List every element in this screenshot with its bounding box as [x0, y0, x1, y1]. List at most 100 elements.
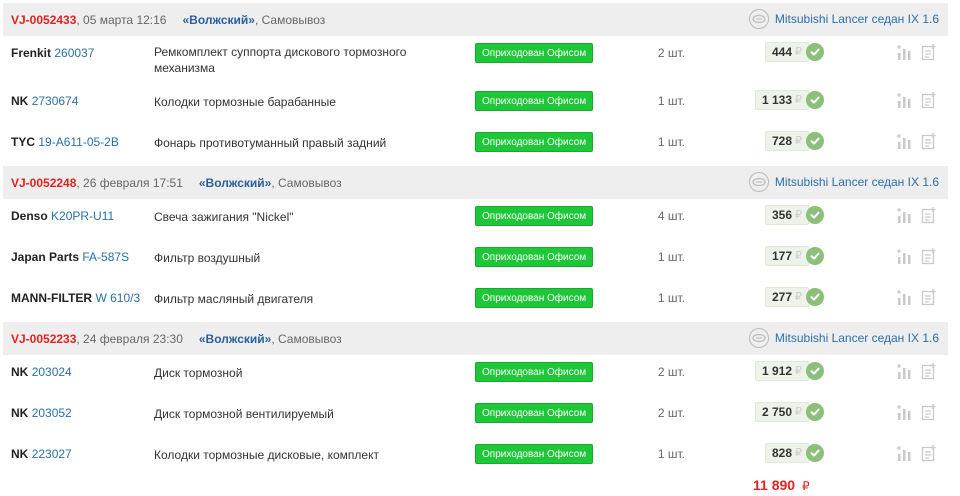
add-to-stats-icon[interactable]: [896, 44, 912, 60]
store-link[interactable]: «Волжский»: [182, 13, 254, 27]
add-note-icon[interactable]: [921, 91, 939, 109]
part-number: NK 2730674: [11, 94, 78, 108]
item-price: 177 ₽: [764, 246, 809, 266]
article-link[interactable]: 19-A611-05-2B: [38, 135, 119, 149]
price-value: 728: [771, 134, 792, 148]
brand-name: Japan Parts: [11, 250, 80, 264]
item-row: NK 203052 Диск тормозной вентилируемый Опр…: [3, 396, 948, 437]
status-badge: Оприходован Офисом: [475, 444, 594, 464]
store-link[interactable]: «Волжский»: [199, 176, 271, 190]
status-badge: Оприходован Офисом: [475, 288, 594, 308]
price-value: 1 133: [761, 93, 792, 107]
add-note-icon[interactable]: [921, 362, 939, 380]
check-icon: [806, 247, 824, 265]
item-quantity: 2 шт.: [657, 365, 685, 379]
grand-total-value: 11 890: [753, 477, 796, 493]
price-value: 1 912: [761, 364, 792, 378]
part-number: Frenkit 260037: [11, 46, 94, 60]
add-note-icon[interactable]: [921, 403, 939, 421]
car-model-link[interactable]: Mitsubishi Lancer седан IX 1.6: [775, 12, 939, 26]
brand-name: MANN-FILTER: [11, 291, 93, 305]
check-icon: [806, 362, 824, 380]
price-block: 1 133 ₽: [754, 90, 824, 110]
article-link[interactable]: FA-587S: [82, 250, 129, 264]
part-number: NK 203052: [11, 406, 72, 420]
item-price: 828 ₽: [764, 443, 809, 463]
item-row: NK 2730674 Колодки тормозные барабанные Оп…: [3, 84, 948, 125]
order-header: VJ-0052233, 24 февраля 23:30 «Волжский», …: [3, 322, 948, 355]
add-to-stats-icon[interactable]: [896, 289, 912, 305]
item-quantity: 2 шт.: [657, 46, 685, 60]
add-to-stats-icon[interactable]: [896, 404, 912, 420]
car-model-link[interactable]: Mitsubishi Lancer седан IX 1.6: [775, 331, 939, 345]
currency-icon: ₽: [795, 291, 802, 303]
add-to-stats-icon[interactable]: [896, 133, 912, 149]
add-to-stats-icon[interactable]: [896, 248, 912, 264]
add-to-stats-icon[interactable]: [896, 207, 912, 223]
item-price: 1 912 ₽: [754, 361, 809, 381]
article-link[interactable]: 203052: [32, 406, 72, 420]
order-id-link[interactable]: VJ-0052233: [11, 332, 76, 346]
part-number: Denso K20PR-U11: [11, 209, 114, 223]
add-to-stats-icon[interactable]: [896, 445, 912, 461]
item-description: Колодки тормозные барабанные: [154, 95, 336, 109]
price-value: 177: [771, 249, 792, 263]
add-note-icon[interactable]: [921, 132, 939, 150]
item-description: Ремкомплект суппорта дискового тормозног…: [154, 45, 407, 75]
article-link[interactable]: 2730674: [32, 94, 79, 108]
currency-icon: ₽: [795, 135, 802, 147]
car-model-link[interactable]: Mitsubishi Lancer седан IX 1.6: [775, 175, 939, 189]
item-price: 728 ₽: [764, 131, 809, 151]
item-row: Japan Parts FA-587S Фильтр воздушный Оприх…: [3, 240, 948, 281]
add-note-icon[interactable]: [921, 206, 939, 224]
item-row: NK 203024 Диск тормозной Оприходован Офисо…: [3, 355, 948, 396]
add-to-stats-icon[interactable]: [896, 92, 912, 108]
item-quantity: 1 шт.: [657, 250, 685, 264]
status-badge: Оприходован Офисом: [475, 247, 594, 267]
article-link[interactable]: K20PR-U11: [51, 209, 114, 223]
article-link[interactable]: 203024: [32, 365, 72, 379]
item-description: Колодки тормозные дисковые, комплект: [154, 448, 379, 462]
order-id-link[interactable]: VJ-0052248: [11, 176, 76, 190]
car-brand-icon: [748, 328, 769, 348]
currency-icon: ₽: [795, 209, 802, 221]
brand-name: TYC: [11, 135, 35, 149]
add-note-icon[interactable]: [921, 288, 939, 306]
add-to-stats-icon[interactable]: [896, 363, 912, 379]
order-id-link[interactable]: VJ-0052433: [11, 13, 76, 27]
car-info[interactable]: Mitsubishi Lancer седан IX 1.6: [748, 172, 939, 192]
item-description: Фильтр масляный двигателя: [154, 292, 314, 306]
car-info[interactable]: Mitsubishi Lancer седан IX 1.6: [748, 328, 939, 348]
article-link[interactable]: 223027: [32, 447, 72, 461]
item-row: TYC 19-A611-05-2B Фонарь противотуманный …: [3, 125, 948, 166]
add-note-icon[interactable]: [921, 43, 939, 61]
order-header: VJ-0052433, 05 марта 12:16 «Волжский», Са…: [3, 3, 948, 36]
item-price: 1 133 ₽: [754, 90, 809, 110]
article-link[interactable]: W 610/3: [95, 291, 140, 305]
check-icon: [806, 444, 824, 462]
status-badge: Оприходован Офисом: [475, 362, 594, 382]
currency-icon: ₽: [795, 94, 802, 106]
add-note-icon[interactable]: [921, 247, 939, 265]
price-block: 828 ₽: [764, 443, 824, 463]
currency-icon: ₽: [795, 46, 802, 58]
item-price: 277 ₽: [764, 287, 809, 307]
check-icon: [806, 403, 824, 421]
currency-icon: ₽: [801, 479, 810, 493]
car-info[interactable]: Mitsubishi Lancer седан IX 1.6: [748, 9, 939, 29]
article-link[interactable]: 260037: [54, 46, 94, 60]
check-icon: [806, 43, 824, 61]
price-block: 177 ₽: [764, 246, 824, 266]
item-quantity: 1 шт.: [657, 94, 685, 108]
order-header: VJ-0052248, 26 февраля 17:51 «Волжский», …: [3, 166, 948, 199]
item-price: 356 ₽: [764, 205, 809, 225]
price-block: 2 750 ₽: [754, 402, 824, 422]
item-row: NK 223027 Колодки тормозные дисковые, ком…: [3, 437, 948, 478]
part-number: Japan Parts FA-587S: [11, 250, 129, 264]
store-link[interactable]: «Волжский»: [199, 332, 271, 346]
price-value: 2 750: [761, 405, 792, 419]
order-date: , 26 февраля 17:51: [76, 175, 183, 190]
add-note-icon[interactable]: [921, 444, 939, 462]
price-block: 356 ₽: [764, 205, 824, 225]
part-number: NK 223027: [11, 447, 72, 461]
